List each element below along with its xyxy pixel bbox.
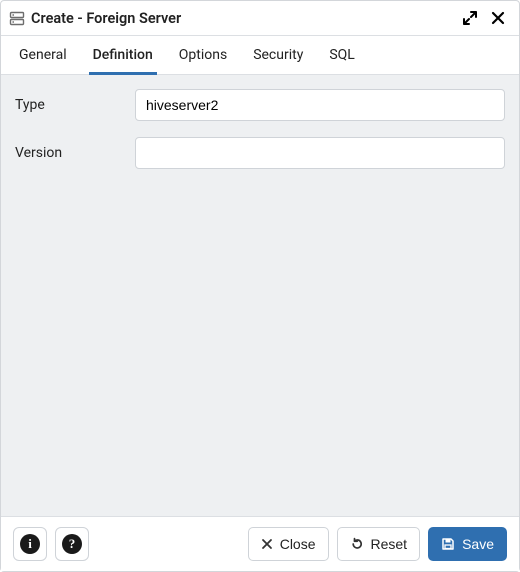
type-label: Type [15,97,135,113]
tab-definition[interactable]: Definition [89,37,157,75]
tab-security[interactable]: Security [249,37,307,75]
version-input[interactable] [135,137,505,169]
tab-options[interactable]: Options [175,37,231,75]
form-row-type: Type [15,89,505,121]
tab-general[interactable]: General [15,37,71,75]
dialog-footer: i ? Close Reset Save [1,516,519,571]
reset-button[interactable]: Reset [337,527,421,561]
tab-label: Security [253,47,303,63]
dialog-title: Create - Foreign Server [31,10,181,27]
reset-icon [350,537,364,551]
help-button[interactable]: ? [55,527,89,561]
tab-label: Definition [93,47,153,63]
type-input[interactable] [135,89,505,121]
x-icon [261,538,273,550]
expand-icon[interactable] [459,7,481,29]
save-icon [441,537,455,551]
create-foreign-server-dialog: Create - Foreign Server General Definiti… [0,0,520,572]
save-button-label: Save [462,536,494,552]
dialog-body: Type Version [1,75,519,516]
server-icon [9,11,25,26]
tab-sql[interactable]: SQL [325,37,358,75]
tab-label: General [19,47,67,63]
tabs: General Definition Options Security SQL [1,36,519,75]
form-row-version: Version [15,137,505,169]
tab-label: Options [179,47,227,63]
help-icon: ? [62,534,82,554]
info-icon: i [20,534,40,554]
tab-label: SQL [329,47,354,63]
reset-button-label: Reset [371,536,408,552]
dialog-header: Create - Foreign Server [1,1,519,36]
version-label: Version [15,145,135,161]
info-button[interactable]: i [13,527,47,561]
close-button-label: Close [280,536,316,552]
save-button[interactable]: Save [428,527,507,561]
close-icon[interactable] [487,7,509,29]
close-button[interactable]: Close [248,527,329,561]
